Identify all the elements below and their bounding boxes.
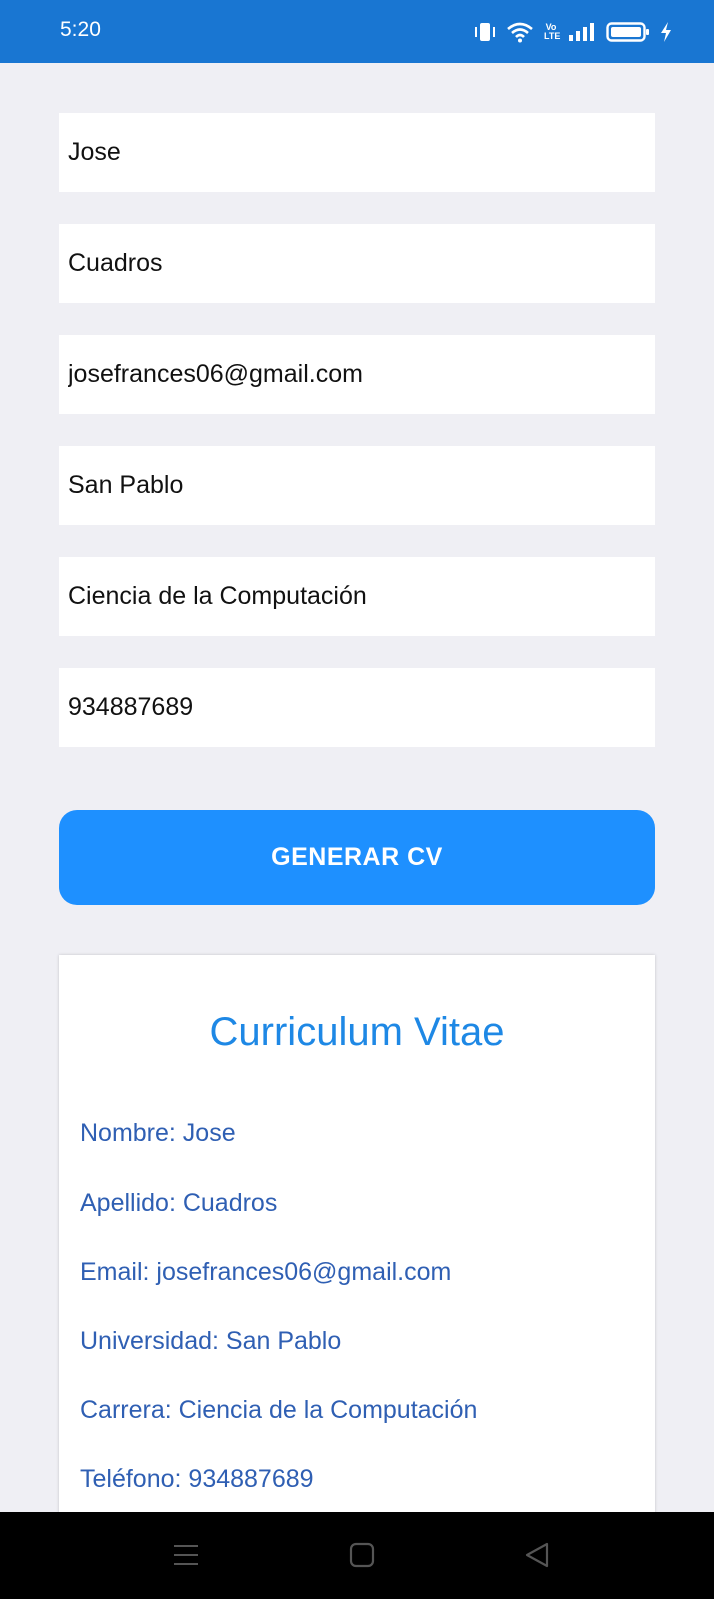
signal-icon [568,21,596,43]
cv-universidad: Universidad: San Pablo [80,1327,342,1355]
cv-apellido: Apellido: Cuadros [80,1189,278,1217]
cv-carrera: Carrera: Ciencia de la Computación [80,1396,478,1424]
vibrate-icon [474,21,496,43]
cv-card: Curriculum Vitae Nombre: Jose Apellido: … [59,955,655,1515]
wifi-icon [506,21,534,43]
home-icon[interactable] [349,1542,375,1572]
status-time: 5:20 [60,18,101,41]
status-bar: 5:20 Vo LTE [0,0,714,63]
volte-icon: Vo LTE [544,22,561,41]
telefono-field[interactable] [59,668,655,747]
cv-nombre: Nombre: Jose [80,1119,236,1147]
apellido-field[interactable] [59,224,655,303]
cv-email: Email: josefrances06@gmail.com [80,1258,452,1286]
generate-cv-button[interactable]: GENERAR CV [59,810,655,905]
nombre-field[interactable] [59,113,655,192]
back-icon[interactable] [524,1542,550,1572]
cv-title: Curriculum Vitae [209,1010,505,1054]
cv-telefono: Teléfono: 934887689 [80,1465,314,1493]
universidad-field[interactable] [59,446,655,525]
navigation-bar [0,1512,714,1599]
email-field[interactable] [59,335,655,414]
carrera-field[interactable] [59,557,655,636]
menu-icon[interactable] [173,1542,199,1572]
charging-icon [660,21,672,43]
battery-icon [606,21,650,43]
status-icons: Vo LTE [474,18,672,46]
